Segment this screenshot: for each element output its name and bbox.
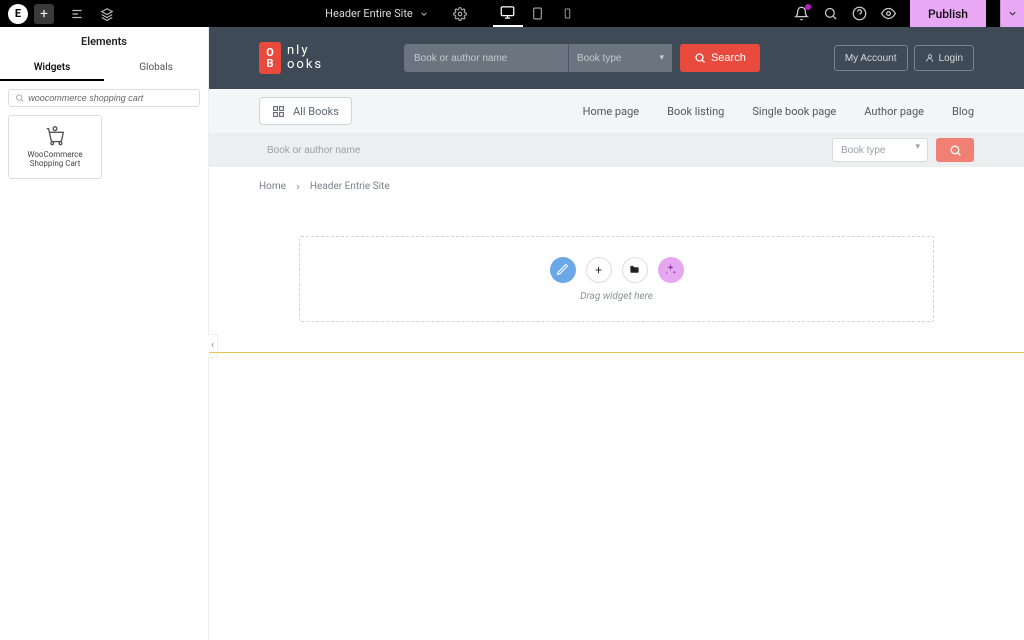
sub-search-row: Book type — [209, 133, 1024, 167]
add-template-button[interactable] — [622, 257, 648, 283]
nav-blog[interactable]: Blog — [952, 105, 974, 118]
login-button[interactable]: Login — [914, 45, 974, 71]
cart-icon — [44, 125, 66, 147]
layers-icon[interactable] — [100, 7, 114, 21]
widget-label: WooCommerce Shopping Cart — [9, 151, 101, 169]
sparkle-icon — [664, 263, 677, 276]
section-divider — [209, 352, 1024, 353]
header-search-input[interactable] — [404, 44, 568, 72]
sub-search-button[interactable] — [936, 138, 974, 162]
chevron-right-icon — [294, 183, 302, 191]
notification-dot — [805, 4, 811, 10]
my-account-button[interactable]: My Account — [834, 45, 908, 71]
breadcrumb-home[interactable]: Home — [259, 181, 286, 192]
header-type-select[interactable]: Book type — [568, 44, 672, 72]
site-header: O B nly ooks Book type — [209, 27, 1024, 89]
structure-icon[interactable] — [70, 7, 84, 21]
ai-button[interactable] — [658, 257, 684, 283]
nav-home[interactable]: Home page — [583, 105, 640, 118]
grid-icon — [272, 105, 285, 118]
nav-single[interactable]: Single book page — [752, 105, 836, 118]
preview-icon[interactable] — [881, 6, 896, 21]
search-icon — [949, 144, 962, 157]
pencil-icon — [556, 263, 569, 276]
widget-search-box[interactable] — [8, 89, 200, 107]
page-title-text: Header Entire Site — [325, 7, 413, 20]
nav-listing[interactable]: Book listing — [667, 105, 724, 118]
drop-zone[interactable]: + Drag widget here — [299, 236, 934, 322]
publish-label: Publish — [928, 7, 968, 21]
breadcrumb: Home Header Entrie Site — [209, 167, 1024, 206]
tablet-device-button[interactable] — [523, 0, 553, 27]
add-container-button[interactable] — [550, 257, 576, 283]
notifications-icon[interactable] — [794, 6, 809, 21]
publish-options-button[interactable] — [1000, 0, 1024, 27]
chevron-down-icon — [419, 9, 429, 19]
header-search: Book type Search — [404, 44, 760, 72]
sub-search-input[interactable] — [259, 138, 824, 162]
logo-text: nly ooks — [287, 44, 323, 73]
nav-row: All Books Home page Book listing Single … — [209, 89, 1024, 133]
user-icon — [925, 53, 935, 63]
globals-tab[interactable]: Globals — [104, 56, 208, 81]
logo-mark: O B — [259, 42, 281, 74]
search-icon — [694, 52, 706, 64]
search-icon — [15, 93, 24, 103]
folder-icon — [629, 264, 640, 275]
elementor-logo[interactable]: E — [8, 4, 28, 24]
woocommerce-cart-widget[interactable]: WooCommerce Shopping Cart — [8, 115, 102, 179]
publish-button[interactable]: Publish — [910, 0, 986, 27]
add-element-button[interactable]: + — [34, 4, 54, 24]
settings-icon[interactable] — [453, 7, 467, 21]
search-button-label: Search — [711, 52, 746, 64]
add-section-button[interactable]: + — [586, 257, 612, 283]
help-icon[interactable] — [852, 6, 867, 21]
widget-search-input[interactable] — [28, 93, 193, 103]
all-books-label: All Books — [293, 105, 339, 118]
nav-author[interactable]: Author page — [864, 105, 924, 118]
all-books-button[interactable]: All Books — [259, 97, 352, 125]
header-search-button[interactable]: Search — [680, 44, 760, 72]
panel-title: Elements — [0, 27, 208, 56]
widgets-tab[interactable]: Widgets — [0, 56, 104, 81]
desktop-device-button[interactable] — [493, 0, 523, 27]
drop-hint: Drag widget here — [580, 291, 653, 302]
site-logo[interactable]: O B nly ooks — [259, 42, 323, 74]
breadcrumb-current: Header Entrie Site — [310, 181, 390, 192]
page-title-dropdown[interactable]: Header Entire Site — [325, 7, 429, 20]
mobile-device-button[interactable] — [553, 0, 583, 27]
sub-type-select[interactable]: Book type — [832, 138, 928, 162]
finder-search-icon[interactable] — [823, 6, 838, 21]
